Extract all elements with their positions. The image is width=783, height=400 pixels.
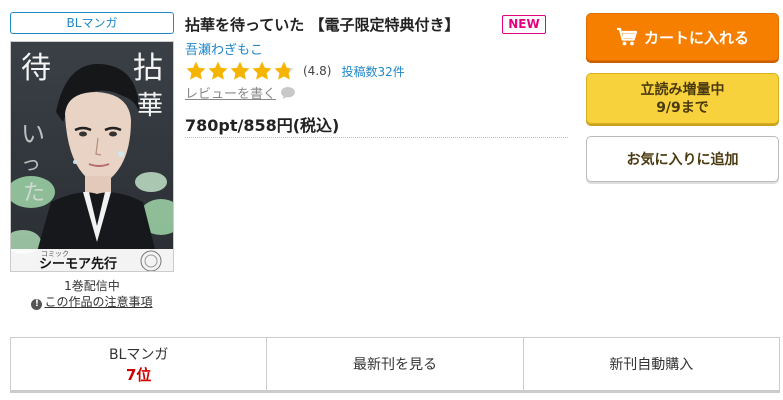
cover-label: シーモア先行: [39, 256, 117, 272]
notice-link[interactable]: ! この作品の注意事項: [10, 293, 174, 310]
trial-read-button[interactable]: 立読み増量中 9/9まで: [586, 73, 779, 124]
cart-icon: [616, 27, 638, 46]
ranking-category: BLマンガ: [108, 346, 169, 363]
cover-title-glyph: た: [23, 181, 45, 206]
ranking-position: 7位: [125, 365, 152, 384]
cover-title-glyph: い: [21, 120, 45, 148]
cover-title-glyph: 拈: [133, 51, 163, 86]
trial-read-deadline: 9/9まで: [656, 99, 709, 116]
price: 780pt/858円(税込): [185, 116, 340, 135]
speech-bubble-icon: [281, 86, 296, 99]
add-to-cart-button[interactable]: カートに入れる: [586, 13, 779, 61]
divider: [185, 137, 568, 138]
half-star-icon: [274, 61, 294, 80]
write-review-link[interactable]: レビューを書く: [185, 83, 296, 102]
category-badge[interactable]: BLマンガ: [10, 12, 174, 34]
auto-purchase-label: 新刊自動購入: [609, 357, 694, 373]
add-favorite-label: お気に入りに追加: [626, 152, 739, 168]
trial-read-label: 立読み増量中: [640, 81, 725, 98]
star-icon: [230, 61, 250, 80]
rating-stars: [185, 60, 295, 82]
info-tabs: BLマンガ 7位 最新刊を見る 新刊自動購入: [10, 337, 780, 393]
add-favorite-button[interactable]: お気に入りに追加: [586, 136, 779, 182]
rating-value: (4.8): [303, 64, 332, 78]
tab-latest-volume[interactable]: 最新刊を見る: [267, 338, 524, 390]
new-badge: NEW: [502, 15, 546, 34]
write-review-label[interactable]: レビューを書く: [185, 83, 276, 102]
review-count-link[interactable]: 投稿数32件: [341, 63, 404, 80]
rating-row: (4.8) 投稿数32件: [185, 59, 405, 83]
product-title: 拈華を待っていた 【電子限定特典付き】: [185, 16, 460, 34]
volume-status: 1巻配信中: [64, 279, 120, 293]
cover-image[interactable]: 待 拈 華 い っ た コミック シーモア先行: [10, 41, 174, 272]
cover-title-glyph: っ: [21, 151, 41, 175]
tab-auto-purchase[interactable]: 新刊自動購入: [524, 338, 779, 390]
star-icon: [186, 61, 206, 80]
info-icon: !: [31, 299, 43, 310]
star-icon: [252, 61, 272, 80]
cover-title-glyph: 華: [137, 91, 163, 121]
notice-link-label[interactable]: この作品の注意事項: [44, 295, 152, 309]
author-link[interactable]: 吾瀬わぎもこ: [185, 39, 263, 58]
add-to-cart-label: カートに入れる: [643, 28, 749, 47]
tab-ranking[interactable]: BLマンガ 7位: [11, 338, 268, 390]
star-icon: [208, 61, 228, 80]
latest-volume-label: 最新刊を見る: [352, 357, 437, 373]
cover-title-glyph: 待: [21, 51, 51, 86]
